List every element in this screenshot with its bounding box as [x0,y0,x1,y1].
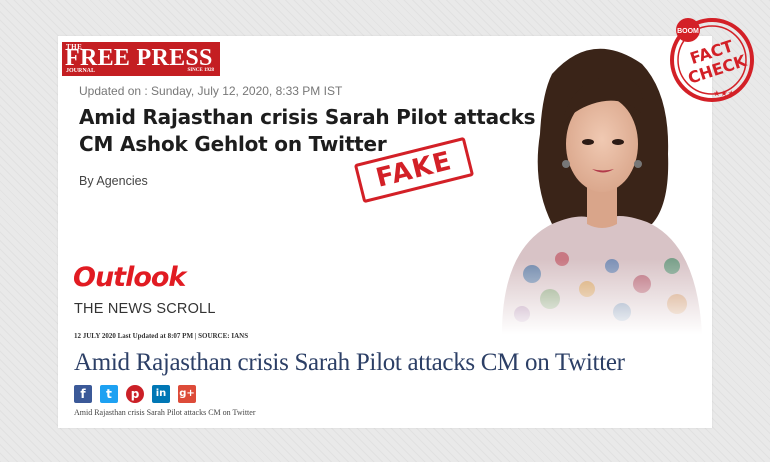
linkedin-share-icon[interactable]: in [152,385,170,403]
updated-timestamp: Updated on : Sunday, July 12, 2020, 8:33… [79,84,343,98]
svg-text:★★★: ★★★ [713,89,735,98]
logo-name: FREE PRESS [65,45,213,71]
googleplus-share-icon[interactable]: g+ [178,385,196,403]
pinterest-share-icon[interactable]: p [126,385,144,403]
image-caption: Amid Rajasthan crisis Sarah Pilot attack… [74,408,256,417]
twitter-share-icon[interactable]: t [100,385,118,403]
free-press-logo[interactable]: THE FREE PRESS JOURNAL SINCE 1928 [62,42,220,76]
logo-since: SINCE 1928 [187,68,214,73]
outlook-logo[interactable]: Outlook [73,262,186,293]
byline: By Agencies [79,174,148,188]
fact-check-stamp-icon: BOOM FACT CHECK ★★★ [670,18,754,102]
badge-brand: BOOM [677,28,699,35]
outlook-headline[interactable]: Amid Rajasthan crisis Sarah Pilot attack… [74,349,625,377]
section-label[interactable]: THE NEWS SCROLL [74,301,216,317]
logo-journal: JOURNAL [66,68,96,74]
facebook-share-icon[interactable]: f [74,385,92,403]
article-meta: 12 JULY 2020 Last Updated at 8:07 PM | S… [74,332,249,340]
